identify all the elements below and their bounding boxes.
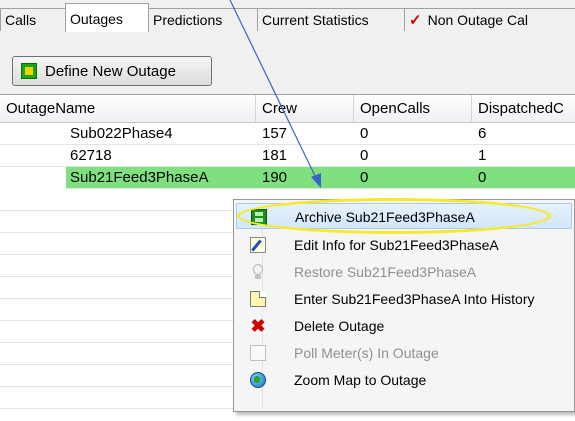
menu-item-archive-label: Archive Sub21Feed3PhaseA	[295, 209, 475, 225]
tab-outages[interactable]: Outages	[65, 3, 149, 32]
outage-icon	[21, 63, 37, 79]
menu-item-poll-meters[interactable]: Poll Meter(s) In Outage	[236, 340, 572, 366]
tab-outages-label: Outages	[70, 11, 123, 27]
cell-dispatched: 0	[478, 169, 487, 186]
table-row[interactable]: Sub022Phase4 157 0 6	[0, 123, 575, 145]
table-row-selected[interactable]: Sub21Feed3PhaseA 190 0 0	[66, 167, 575, 189]
tab-bar: Calls Outages Predictions Current Statis…	[0, 0, 575, 33]
header-outage-name[interactable]: OutageName	[0, 95, 256, 122]
cell-crew: 181	[262, 147, 288, 164]
menu-item-delete-outage[interactable]: ✖ Delete Outage	[236, 313, 572, 339]
menu-item-restore-label: Restore Sub21Feed3PhaseA	[294, 264, 477, 280]
cell-crew: 157	[262, 125, 288, 142]
checkmark-icon: ✓	[409, 12, 422, 29]
grid-header: OutageName Crew OpenCalls DispatchedC	[0, 95, 575, 123]
menu-item-restore[interactable]: Restore Sub21Feed3PhaseA	[236, 259, 572, 285]
tab-non-outage-calls[interactable]: ✓ Non Outage Cal	[404, 8, 575, 31]
header-dispatched[interactable]: DispatchedC	[472, 95, 575, 122]
header-crew[interactable]: Crew	[256, 95, 354, 122]
tab-predictions[interactable]: Predictions	[148, 8, 258, 31]
menu-item-enter-history-label: Enter Sub21Feed3PhaseA Into History	[294, 291, 535, 307]
document-icon	[250, 291, 266, 307]
cell-open-calls: 0	[360, 125, 369, 142]
archive-icon	[251, 209, 267, 225]
edit-icon	[250, 237, 266, 253]
tab-calls-label: Calls	[5, 12, 37, 28]
define-new-outage-label: Define New Outage	[45, 62, 176, 80]
tab-current-statistics-label: Current Statistics	[262, 12, 369, 28]
globe-icon	[250, 372, 266, 388]
bulb-icon	[250, 264, 266, 280]
menu-item-zoom-map-label: Zoom Map to Outage	[294, 372, 427, 388]
menu-item-zoom-map[interactable]: Zoom Map to Outage	[236, 367, 572, 393]
cell-dispatched: 6	[478, 125, 487, 142]
tab-calls[interactable]: Calls	[0, 8, 66, 31]
cell-outage-name: Sub022Phase4	[70, 125, 173, 142]
menu-item-enter-history[interactable]: Enter Sub21Feed3PhaseA Into History	[236, 286, 572, 312]
tab-current-statistics[interactable]: Current Statistics	[257, 8, 405, 31]
menu-item-delete-outage-label: Delete Outage	[294, 318, 385, 334]
cell-open-calls: 0	[360, 169, 369, 186]
header-open-calls[interactable]: OpenCalls	[354, 95, 472, 122]
cell-open-calls: 0	[360, 147, 369, 164]
delete-x-icon: ✖	[250, 316, 266, 336]
table-row[interactable]: 62718 181 0 1	[0, 145, 575, 167]
tab-non-outage-calls-label: Non Outage Cal	[427, 12, 528, 28]
meter-icon	[250, 345, 266, 361]
menu-item-poll-meters-label: Poll Meter(s) In Outage	[294, 345, 439, 361]
define-new-outage-button[interactable]: Define New Outage	[12, 56, 212, 86]
tab-predictions-label: Predictions	[153, 12, 223, 28]
cell-outage-name: Sub21Feed3PhaseA	[70, 169, 209, 186]
context-menu: Archive Sub21Feed3PhaseA Edit Info for S…	[233, 199, 575, 412]
cell-outage-name: 62718	[70, 147, 112, 164]
menu-item-edit-info[interactable]: Edit Info for Sub21Feed3PhaseA	[236, 232, 572, 258]
cell-dispatched: 1	[478, 147, 487, 164]
menu-item-edit-info-label: Edit Info for Sub21Feed3PhaseA	[294, 237, 499, 253]
menu-item-archive[interactable]: Archive Sub21Feed3PhaseA	[236, 203, 572, 229]
cell-crew: 190	[262, 169, 288, 186]
